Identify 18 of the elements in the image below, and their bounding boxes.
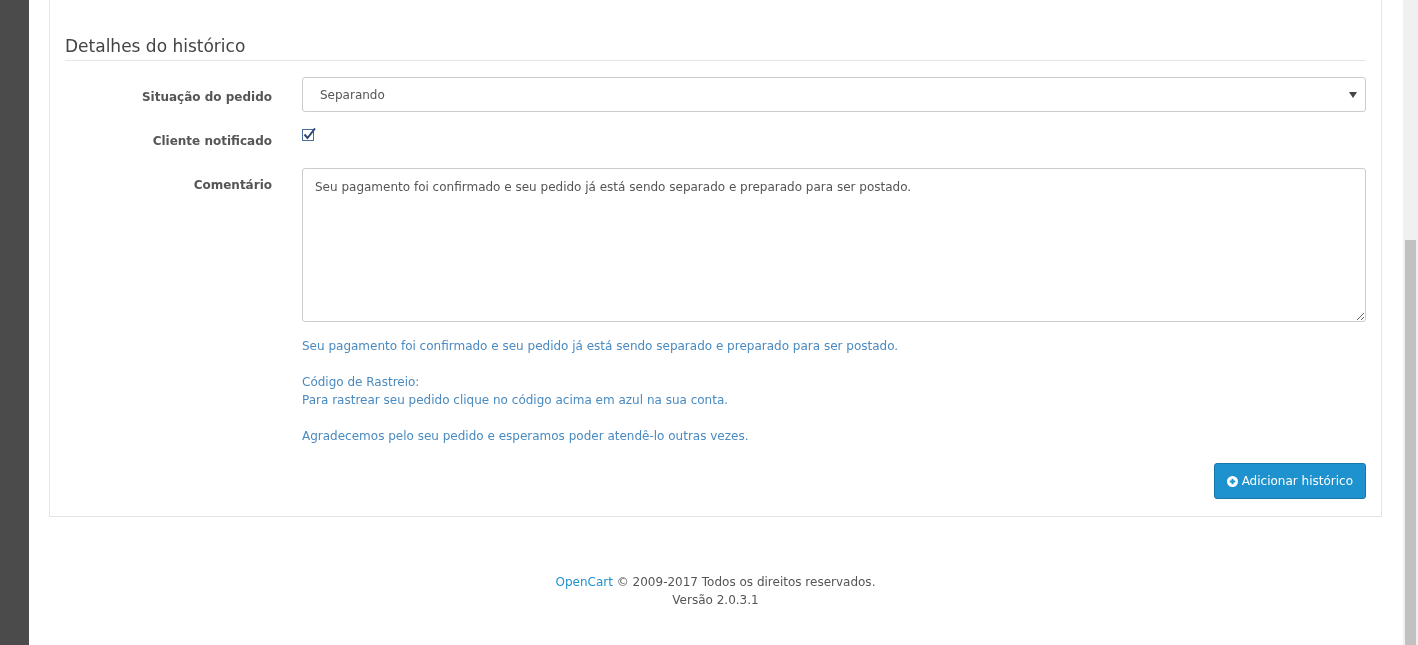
plus-circle-icon xyxy=(1226,475,1238,487)
status-select[interactable]: Separando xyxy=(302,77,1366,113)
version-text: Versão 2.0.3.1 xyxy=(672,593,759,608)
checkbox[interactable] xyxy=(302,127,316,142)
help-text: Código de Rastreio: Para rastrear seu pedido clique no código acima em azul na sua conta. xyxy=(302,374,730,410)
caret-icon xyxy=(1349,91,1357,98)
field-label: Situação do pedido xyxy=(140,89,272,107)
help-text: Seu pagamento foi confirmado e seu pedido já está sendo separado e preparado para ser postado. xyxy=(302,338,900,356)
add-history-button[interactable]: Adicionar histórico xyxy=(1213,463,1366,500)
scrollbar-thumb[interactable] xyxy=(1405,240,1416,645)
comment-field[interactable]: Seu pagamento foi confirmado e seu pedido já está sendo separado e preparado para ser postado. xyxy=(302,168,1366,323)
copyright-text: © 2009-2017 Todos os direitos reservados. xyxy=(615,575,876,590)
footer-link[interactable]: OpenCart xyxy=(555,575,613,590)
help-text: Agradecemos pelo seu pedido e esperamos poder atendê-lo outras vezes. xyxy=(302,428,750,446)
section-title: Detalhes do histórico xyxy=(65,36,1366,62)
scrollbar-track[interactable] xyxy=(1403,0,1418,645)
field-label: Comentário xyxy=(192,177,272,195)
field-label: Cliente notificado xyxy=(151,133,272,151)
